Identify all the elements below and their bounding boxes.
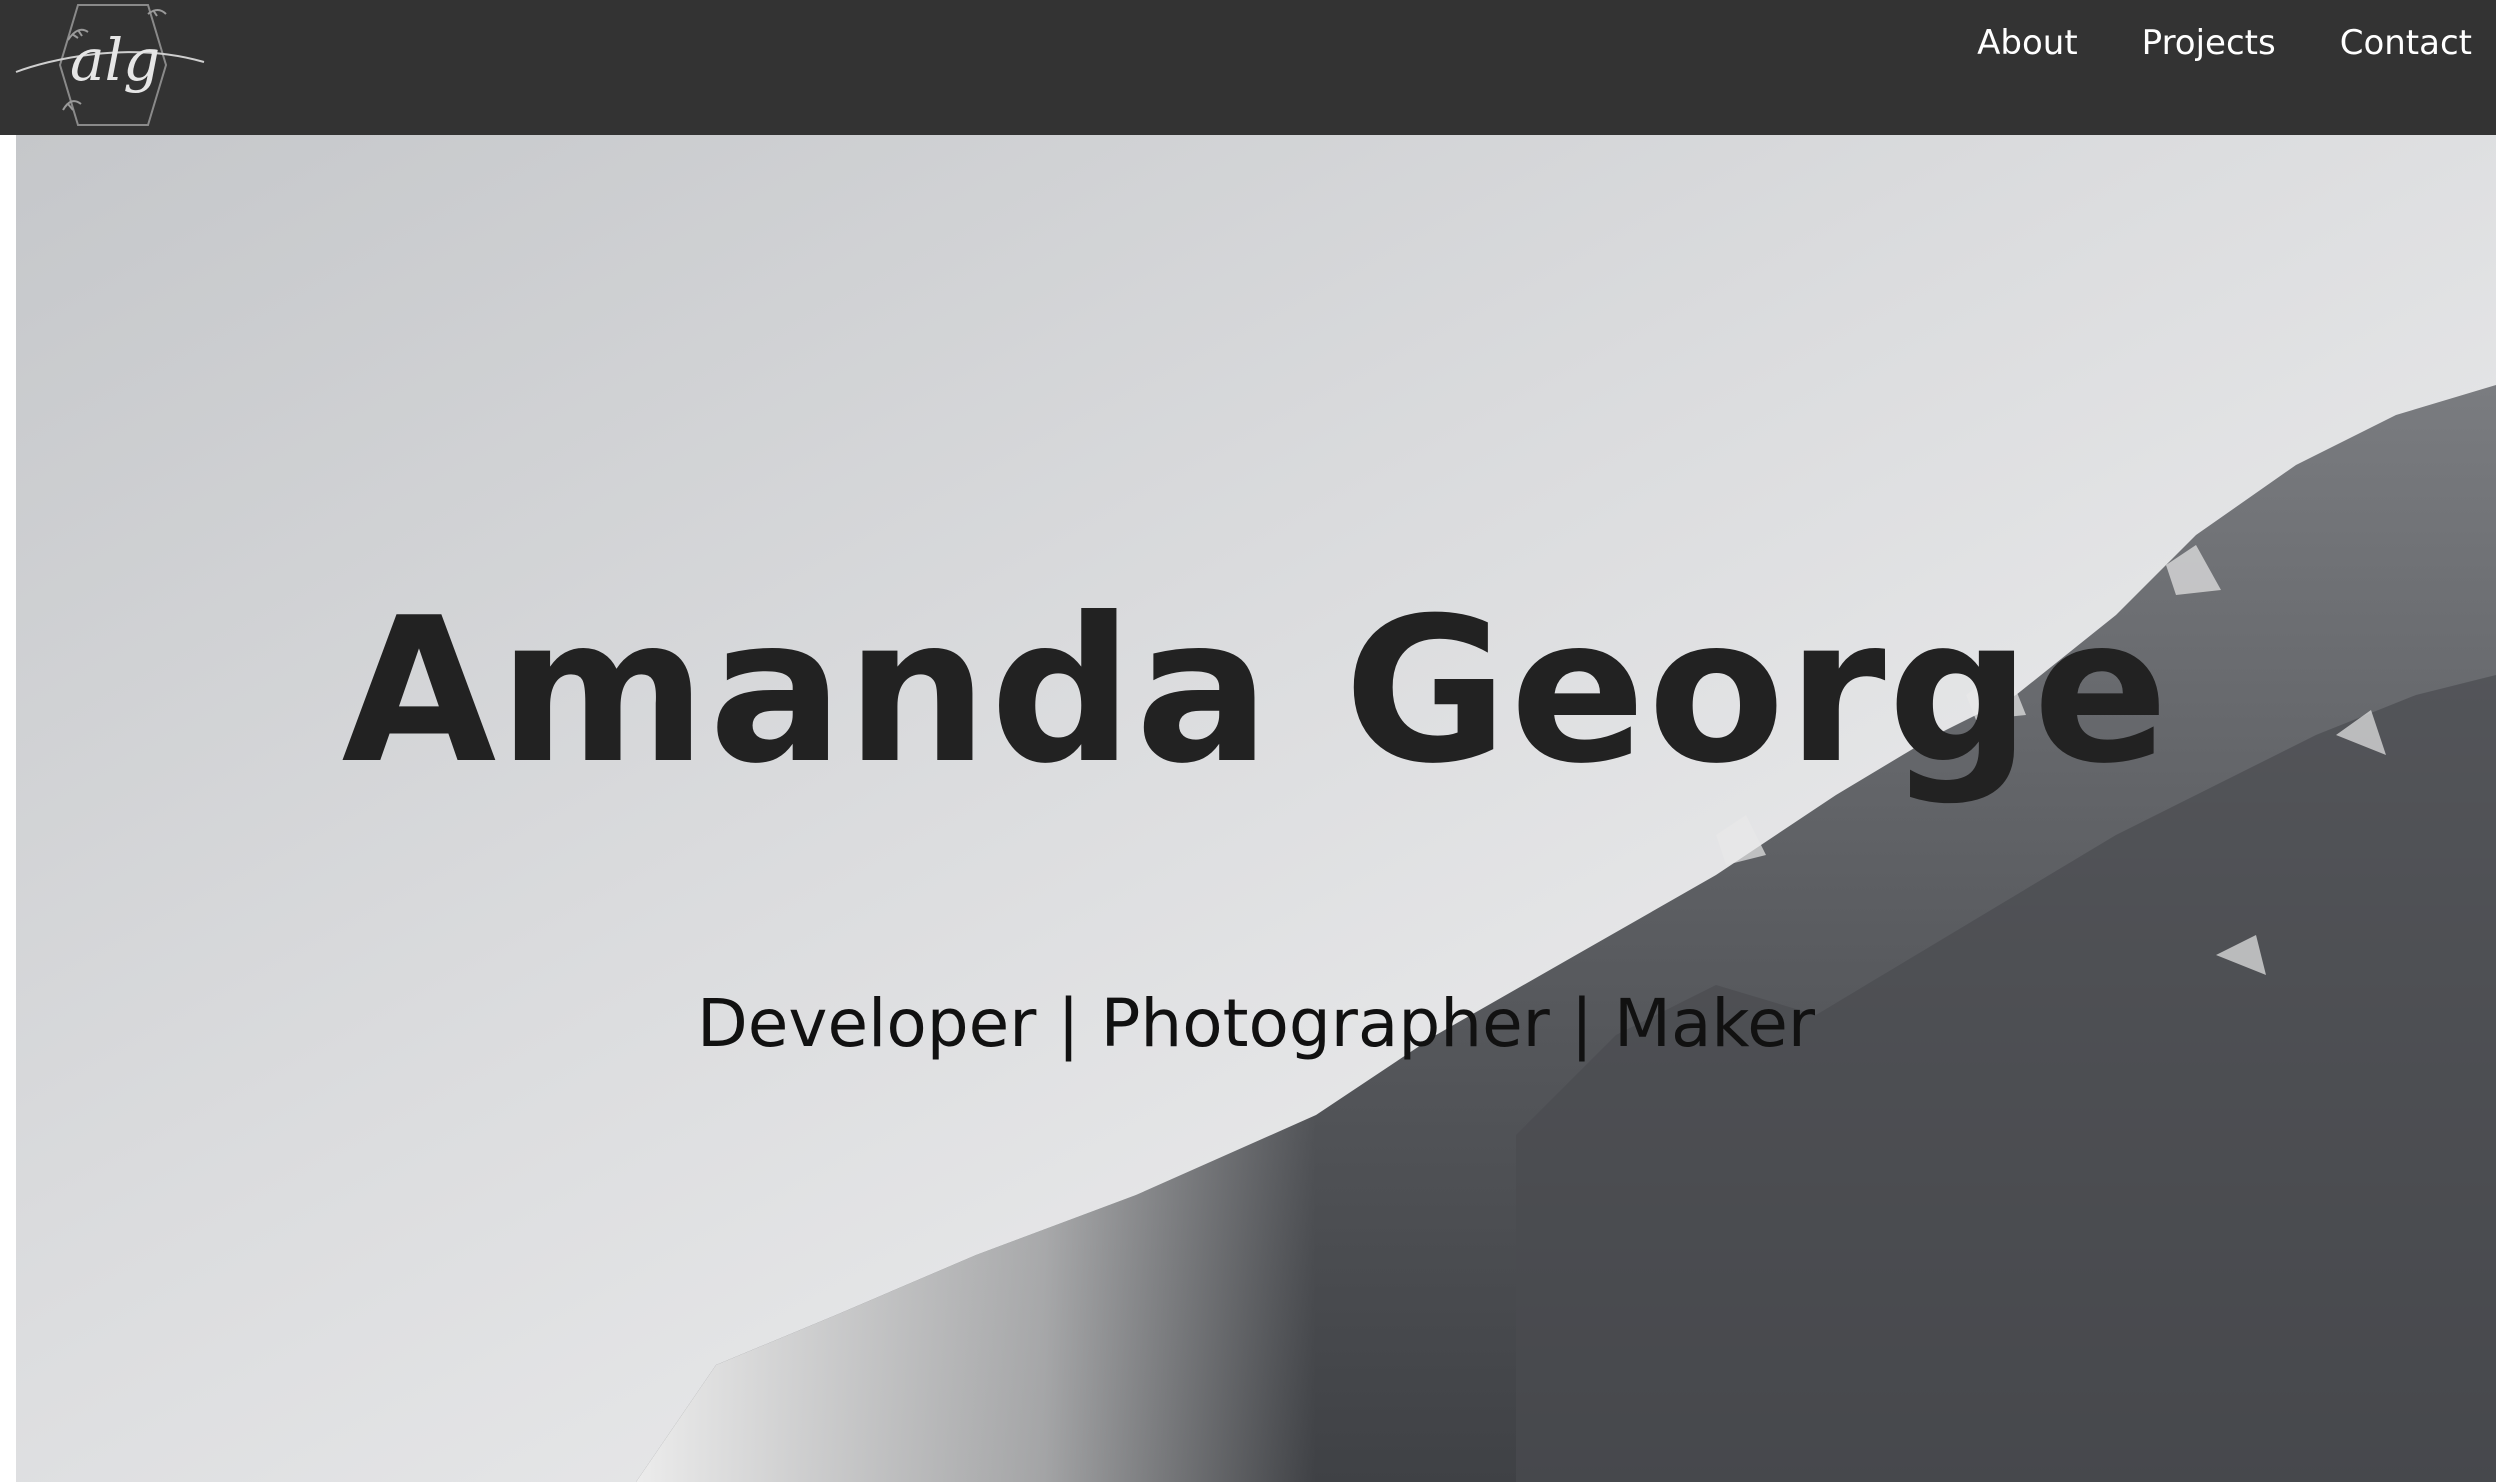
nav-about-link[interactable]: About (1977, 23, 2078, 63)
nav-projects-link[interactable]: Projects (2142, 23, 2276, 63)
hero-title: Amanda George (341, 575, 2171, 808)
logo-link[interactable]: alg (8, 0, 208, 130)
logo-hexagon-icon: alg (15, 4, 205, 126)
top-navbar: alg About Projects Contact (0, 0, 2496, 135)
logo-text: alg (70, 26, 160, 94)
hero-section: Amanda George Developer | Photographer |… (16, 135, 2496, 1482)
nav-contact-link[interactable]: Contact (2340, 23, 2472, 63)
nav-links: About Projects Contact (1913, 0, 2472, 86)
mountain-background-image (16, 135, 2496, 1482)
hero-subtitle: Developer | Photographer | Maker (696, 985, 1816, 1062)
